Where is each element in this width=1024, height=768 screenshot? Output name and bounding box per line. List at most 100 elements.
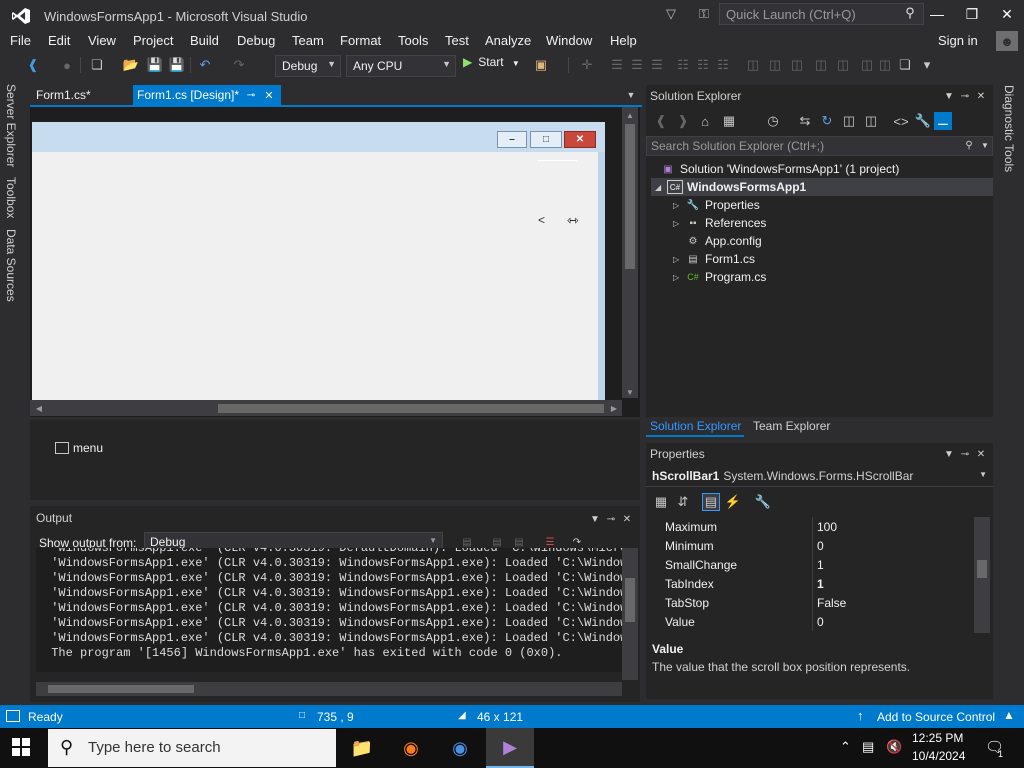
designer-vertical-thumb[interactable]: [625, 124, 635, 269]
solution-explorer-search-input[interactable]: Search Solution Explorer (Ctrl+;): [646, 136, 993, 156]
make-same-width-icon[interactable]: ◫: [744, 56, 762, 74]
notification-filter-icon[interactable]: ▽: [662, 5, 680, 23]
property-value[interactable]: 1: [817, 558, 824, 572]
properties-view-icon[interactable]: ▤: [702, 493, 720, 511]
minimize-button[interactable]: —: [920, 2, 954, 26]
menu-format[interactable]: Format: [340, 33, 381, 48]
align-bottoms-icon[interactable]: ☷: [714, 56, 732, 74]
search-icon[interactable]: ⚲: [902, 4, 918, 22]
find-in-files-icon[interactable]: ▣: [532, 56, 550, 74]
start-debugging-button[interactable]: ▶ Start ▼: [463, 55, 520, 75]
taskbar-search-input[interactable]: Type here to search: [48, 729, 336, 767]
scroll-right-icon[interactable]: ▶: [608, 401, 620, 415]
output-horizontal-thumb[interactable]: [48, 685, 194, 693]
home-icon[interactable]: ⌂: [696, 112, 714, 130]
save-icon[interactable]: 💾: [146, 56, 164, 74]
categorized-icon[interactable]: ▦: [652, 493, 670, 511]
designer-horizontal-thumb[interactable]: [218, 404, 604, 413]
menu-build[interactable]: Build: [190, 33, 219, 48]
tab-team-explorer[interactable]: Team Explorer: [753, 419, 830, 433]
property-value[interactable]: False: [817, 596, 846, 610]
window-position-dropdown-icon[interactable]: ▼: [942, 89, 956, 103]
align-tops-icon[interactable]: ☷: [674, 56, 692, 74]
menu-component[interactable]: menu: [55, 441, 103, 455]
menu-edit[interactable]: Edit: [48, 33, 70, 48]
menu-debug[interactable]: Debug: [237, 33, 275, 48]
tree-item-solution[interactable]: ▣ Solution 'WindowsFormsApp1' (1 project): [660, 160, 899, 178]
sign-in-link[interactable]: Sign in: [938, 33, 978, 48]
forward-icon[interactable]: ❱: [674, 112, 692, 130]
next-message-icon[interactable]: ▤: [512, 535, 526, 549]
center-horizontally-icon[interactable]: ◫: [858, 56, 876, 74]
window-position-dropdown-icon[interactable]: ▼: [942, 447, 956, 461]
properties-object-selector[interactable]: hScrollBar1 System.Windows.Forms.HScrollB…: [646, 465, 993, 487]
tab-list-dropdown-icon[interactable]: ▼: [624, 88, 638, 102]
property-pages-wrench-icon[interactable]: 🔧: [754, 493, 772, 511]
center-vertically-icon[interactable]: ◫: [876, 56, 894, 74]
view-code-icon[interactable]: <>: [892, 112, 910, 130]
navigate-back-icon[interactable]: ❰: [24, 56, 42, 74]
refresh-icon[interactable]: ↻: [818, 112, 836, 130]
property-row[interactable]: Minimum 0: [650, 536, 972, 555]
diagnostic-tools-tab[interactable]: Diagnostic Tools: [1002, 85, 1016, 172]
menu-analyze[interactable]: Analyze: [485, 33, 531, 48]
pin-icon[interactable]: ⊸: [958, 89, 972, 103]
feedback-icon[interactable]: ⚿: [695, 5, 713, 23]
chrome-icon[interactable]: ◉: [436, 728, 484, 768]
preview-selected-items-icon[interactable]: ⚊: [934, 112, 952, 130]
align-centers-icon[interactable]: ☰: [628, 56, 646, 74]
align-to-grid-icon[interactable]: ✛: [578, 56, 596, 74]
align-rights-icon[interactable]: ☰: [648, 56, 666, 74]
menu-tools[interactable]: Tools: [398, 33, 428, 48]
windows-start-icon[interactable]: [12, 738, 32, 758]
align-middles-icon[interactable]: ☷: [694, 56, 712, 74]
switch-views-icon[interactable]: ▦: [720, 112, 738, 130]
navigate-forward-icon[interactable]: ●: [58, 56, 76, 74]
toggle-word-wrap-icon[interactable]: ↷: [570, 535, 584, 549]
alphabetical-icon[interactable]: ⇵: [674, 493, 692, 511]
close-icon[interactable]: ✕: [620, 512, 634, 526]
pin-icon[interactable]: ⊸: [958, 447, 972, 461]
events-lightning-icon[interactable]: ⚡: [724, 493, 742, 511]
property-row[interactable]: SmallChange 1: [650, 555, 972, 574]
form-maximize-icon[interactable]: □: [530, 131, 562, 148]
close-icon[interactable]: ✕: [974, 447, 988, 461]
scroll-left-icon[interactable]: ◀: [33, 401, 45, 415]
quick-launch-input[interactable]: Quick Launch (Ctrl+Q): [719, 3, 924, 25]
property-row[interactable]: Value 0: [650, 612, 972, 631]
collapse-all-icon[interactable]: ◫: [840, 112, 858, 130]
menu-test[interactable]: Test: [445, 33, 469, 48]
horizontal-spacing-icon[interactable]: ◫: [812, 56, 830, 74]
tree-item-references[interactable]: ▷ ▪▪ References: [673, 214, 766, 232]
property-value[interactable]: 1: [817, 577, 824, 591]
tab-form1-code[interactable]: Form1.cs*: [30, 85, 130, 105]
solution-platform-dropdown[interactable]: Any CPU ▼: [346, 55, 456, 77]
new-project-icon[interactable]: ❏: [88, 56, 106, 74]
sync-with-active-document-icon[interactable]: ⇆: [796, 112, 814, 130]
add-to-source-control-button[interactable]: Add to Source Control: [877, 710, 995, 724]
output-vertical-thumb[interactable]: [625, 578, 635, 622]
close-icon[interactable]: ✕: [974, 89, 988, 103]
menu-project[interactable]: Project: [133, 33, 173, 48]
maximize-button[interactable]: ❐: [955, 2, 989, 26]
tab-form1-design[interactable]: Form1.cs [Design]*: [133, 85, 281, 105]
tree-item-properties[interactable]: ▷ 🔧 Properties: [673, 196, 760, 214]
properties-vertical-thumb[interactable]: [977, 560, 987, 578]
scroll-down-icon[interactable]: ▼: [622, 385, 638, 399]
pin-icon[interactable]: ⊸: [604, 512, 618, 526]
menu-team[interactable]: Team: [292, 33, 324, 48]
menu-window[interactable]: Window: [546, 33, 592, 48]
form-minimize-icon[interactable]: ⎯: [497, 131, 527, 148]
pin-icon[interactable]: ⊸: [244, 86, 258, 104]
property-value[interactable]: 0: [817, 615, 824, 629]
property-row[interactable]: Maximum 100: [650, 517, 972, 536]
form-close-icon[interactable]: ✕: [564, 131, 596, 148]
toolbox-tab[interactable]: Toolbox: [4, 177, 18, 218]
find-message-in-code-icon[interactable]: ▤: [460, 535, 474, 549]
search-icon[interactable]: ⚲: [962, 138, 976, 152]
firefox-icon[interactable]: ◉: [387, 728, 435, 768]
pending-changes-filter-icon[interactable]: ◷: [764, 112, 782, 130]
upload-arrow-icon[interactable]: ↑: [857, 708, 864, 723]
window-position-dropdown-icon[interactable]: ▼: [588, 512, 602, 526]
form-client-area[interactable]: [32, 152, 598, 400]
